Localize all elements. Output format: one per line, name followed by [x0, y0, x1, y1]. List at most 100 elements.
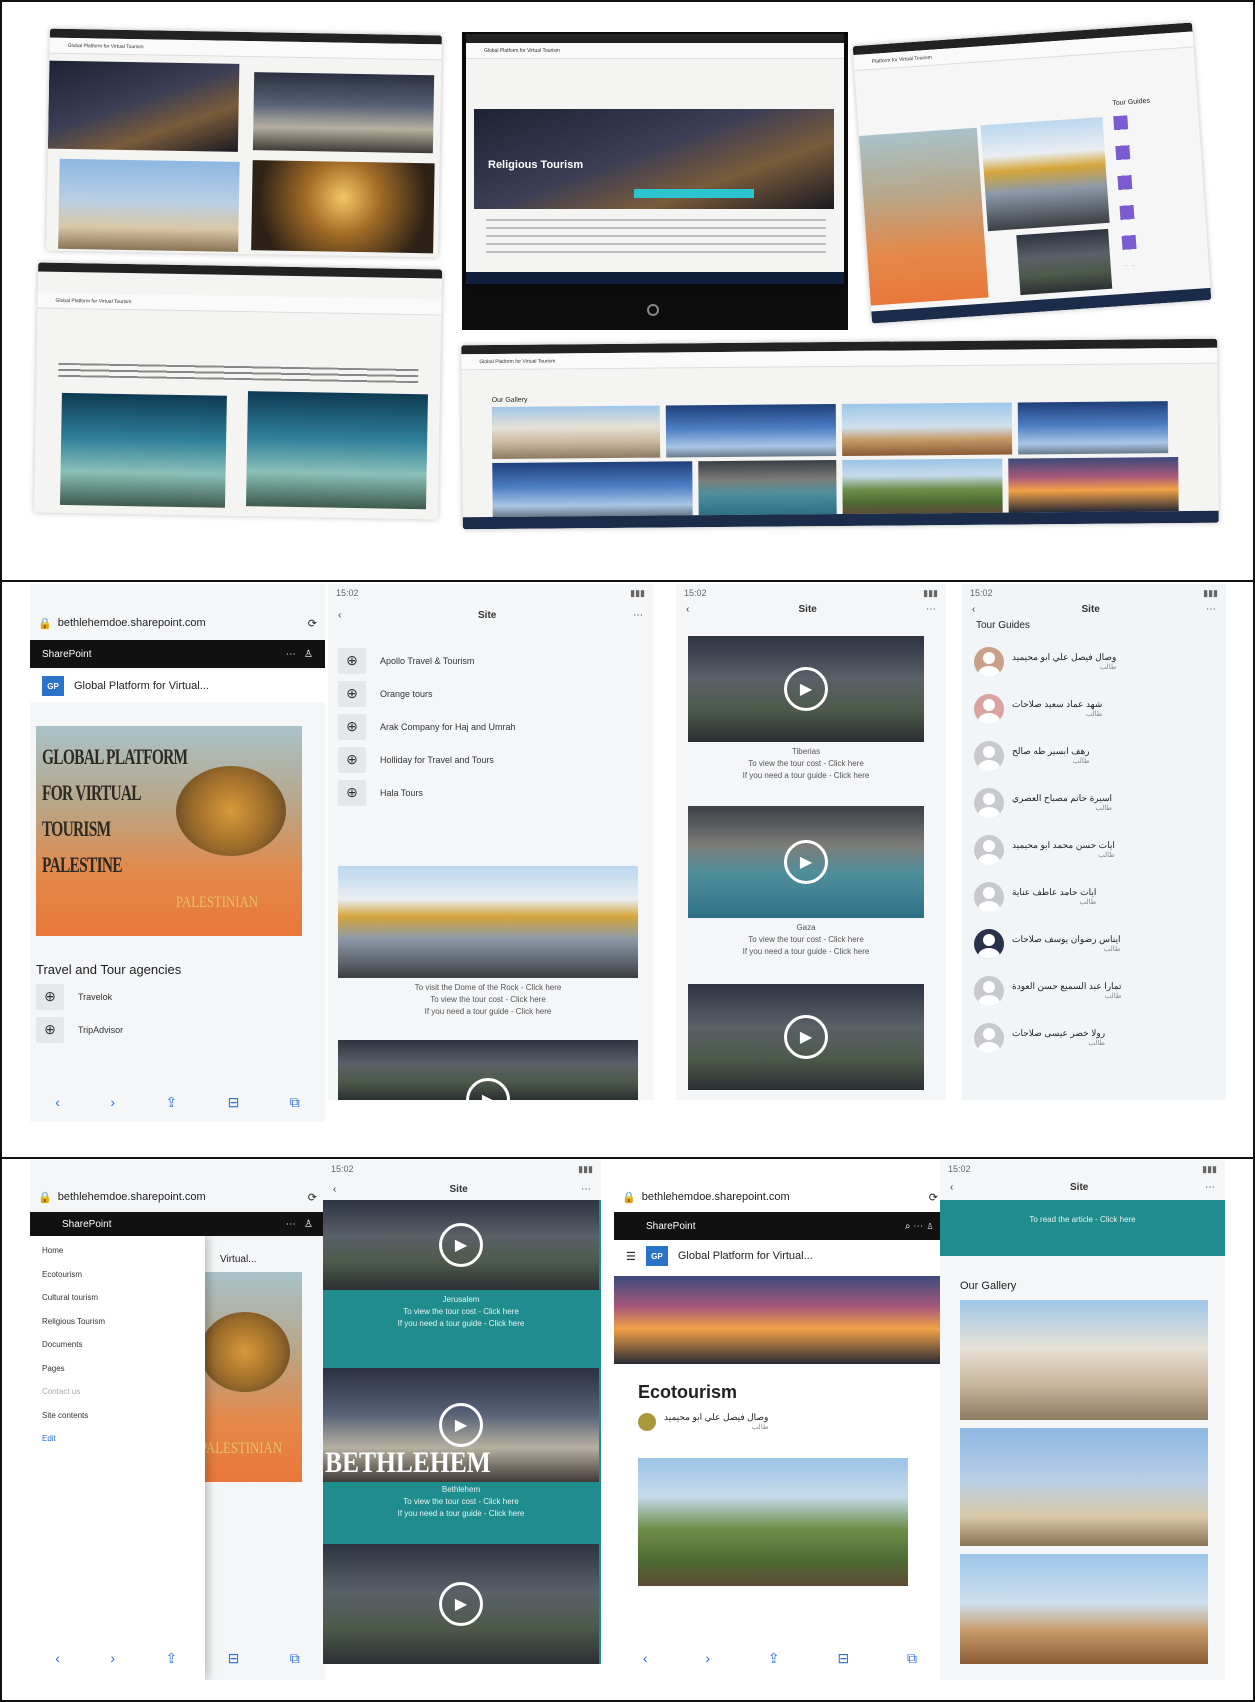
agency-item[interactable]: ⊕ Arak Company for Haj and Umrah: [338, 710, 516, 743]
back-icon[interactable]: ‹: [338, 610, 341, 621]
guide-item[interactable]: شهد عماد سعيد صلاحات طالب: [962, 685, 1226, 732]
menu-cultural[interactable]: Cultural tourism: [42, 1293, 193, 1317]
address-bar[interactable]: 🔒 bethlehemdoe.sharepoint.com ⟳: [38, 1186, 317, 1208]
play-icon[interactable]: ▶: [466, 1078, 510, 1100]
menu-ecotourism[interactable]: Ecotourism: [42, 1270, 193, 1294]
guide-link[interactable]: If you need a tour guide - Click here: [323, 1318, 599, 1330]
gallery-photo-2[interactable]: [665, 404, 837, 458]
play-icon[interactable]: ▶: [784, 667, 828, 711]
search-icon[interactable]: ⌕ ⋯ ♙: [905, 1221, 934, 1232]
share-icon[interactable]: ⇪: [768, 1650, 780, 1667]
back-icon[interactable]: ‹: [55, 1094, 60, 1110]
more-icon[interactable]: ⋯: [633, 610, 643, 621]
gallery-photo-7[interactable]: [842, 458, 1003, 514]
gallery-photo-6[interactable]: [698, 460, 837, 516]
cost-link[interactable]: To view the tour cost - Click here: [323, 1306, 599, 1318]
reload-icon[interactable]: ⟳: [308, 617, 317, 630]
guide-link[interactable]: If you need a tour guide - Click here: [688, 946, 924, 958]
agency-item[interactable]: ⊕ Orange tours: [338, 677, 516, 710]
back-icon[interactable]: ‹: [333, 1184, 336, 1195]
tabs-icon[interactable]: ⧉: [290, 1650, 300, 1667]
forward-icon[interactable]: ›: [110, 1650, 115, 1666]
forward-icon[interactable]: ›: [110, 1094, 115, 1110]
guide-link[interactable]: If you need a tour guide - Click here: [338, 1006, 638, 1018]
address-bar[interactable]: 🔒 bethlehemdoe.sharepoint.com ⟳: [38, 612, 317, 634]
article-link[interactable]: To read the article - Click here: [940, 1214, 1225, 1226]
agency-item[interactable]: ⊕ Travelok: [36, 980, 296, 1013]
video-tiberias[interactable]: ▶: [688, 636, 924, 742]
back-icon[interactable]: ‹: [686, 604, 689, 615]
video-thumb[interactable]: ▶: [323, 1544, 599, 1664]
photo-dome-of-the-rock[interactable]: [338, 866, 638, 978]
forward-icon[interactable]: ›: [705, 1650, 710, 1666]
menu-site-contents[interactable]: Site contents: [42, 1411, 193, 1435]
agency-item[interactable]: ⊕ Hala Tours: [338, 776, 516, 809]
guide-link[interactable]: If you need a tour guide - Click here: [688, 770, 924, 782]
guide-item[interactable]: رولا خضر عيسى صلاحات طالب: [962, 1014, 1226, 1061]
hamburger-icon[interactable]: ☰: [626, 1250, 636, 1263]
user-icon[interactable]: ⋯ ♙: [286, 649, 313, 660]
back-icon[interactable]: ‹: [972, 604, 975, 615]
more-icon[interactable]: ⋯: [1205, 1182, 1215, 1193]
video-bethlehem[interactable]: ▶ BETHLEHEM: [323, 1368, 599, 1482]
bookmarks-icon[interactable]: ⊟: [228, 1094, 240, 1111]
cost-link[interactable]: To view the tour cost - Click here: [688, 934, 924, 946]
address-bar[interactable]: 🔒 bethlehemdoe.sharepoint.com ⟳: [622, 1186, 938, 1208]
guide-link[interactable]: If you need a tour guide - Click here: [323, 1508, 599, 1520]
more-icon[interactable]: ⋯: [581, 1184, 591, 1195]
back-icon[interactable]: ‹: [643, 1650, 648, 1666]
play-icon[interactable]: ▶: [439, 1403, 483, 1447]
cost-link[interactable]: To view the tour cost - Click here: [688, 758, 924, 770]
guide-item[interactable]: رهف ابسير طه صالح طالب: [962, 732, 1226, 779]
share-icon[interactable]: ⇪: [165, 1094, 177, 1111]
gallery-photo-2[interactable]: [960, 1428, 1208, 1546]
video-thumb[interactable]: ▶: [688, 984, 924, 1090]
more-icon[interactable]: ⋯: [926, 604, 936, 615]
gallery-photo-4[interactable]: [1017, 401, 1169, 455]
guide-item[interactable]: اسيرة حاتم مصباح العصري طالب: [962, 779, 1226, 826]
menu-documents[interactable]: Documents: [42, 1340, 193, 1364]
visit-link[interactable]: To visit the Dome of the Rock - Click he…: [338, 982, 638, 994]
tabs-icon[interactable]: ⧉: [907, 1650, 917, 1667]
bookmarks-icon[interactable]: ⊟: [228, 1650, 240, 1667]
reload-icon[interactable]: ⟳: [929, 1191, 938, 1204]
play-icon[interactable]: ▶: [439, 1223, 483, 1267]
menu-pages[interactable]: Pages: [42, 1364, 193, 1388]
more-icon[interactable]: ⋯: [1206, 604, 1216, 615]
menu-edit[interactable]: Edit: [42, 1434, 193, 1458]
guide-item[interactable]: وصال فيصل علي ابو محيميد طالب: [962, 638, 1226, 685]
video-gaza[interactable]: ▶: [688, 806, 924, 918]
gallery-photo-5[interactable]: [492, 461, 693, 518]
back-icon[interactable]: ‹: [55, 1650, 60, 1666]
gallery-photo-3[interactable]: [960, 1554, 1208, 1664]
cost-link[interactable]: To view the tour cost - Click here: [323, 1496, 599, 1508]
gallery-photo-3[interactable]: [841, 402, 1013, 456]
play-icon[interactable]: ▶: [784, 1015, 828, 1059]
gallery-photo-1[interactable]: [491, 405, 661, 460]
menu-contact[interactable]: Contact us: [42, 1387, 193, 1411]
play-icon[interactable]: ▶: [439, 1582, 483, 1626]
tabs-icon[interactable]: ⧉: [290, 1094, 300, 1111]
gallery-photo-1[interactable]: [960, 1300, 1208, 1420]
share-icon[interactable]: ⇪: [165, 1650, 177, 1667]
reload-icon[interactable]: ⟳: [308, 1191, 317, 1204]
user-icon[interactable]: ⋯ ♙: [286, 1219, 313, 1230]
site-title[interactable]: Global Platform for Virtual...: [678, 1250, 813, 1262]
guide-item[interactable]: ايناس رضوان يوسف صلاحات طالب: [962, 920, 1226, 967]
guide-item[interactable]: ايات حامد عاطف عناية طالب: [962, 873, 1226, 920]
guide-item[interactable]: ايات حسن محمد ابو محيميد طالب: [962, 826, 1226, 873]
guide-item[interactable]: تمارا عبد السميع حسن العودة طالب: [962, 967, 1226, 1014]
bookmarks-icon[interactable]: ⊟: [837, 1650, 849, 1667]
agency-item[interactable]: ⊕ Apollo Travel & Tourism: [338, 644, 516, 677]
agency-item[interactable]: ⊕ Holliday for Travel and Tours: [338, 743, 516, 776]
menu-home[interactable]: Home: [42, 1246, 193, 1270]
gallery-photo-8[interactable]: [1008, 457, 1179, 513]
cost-link[interactable]: To view the tour cost - Click here: [338, 994, 638, 1006]
hero-button[interactable]: [634, 189, 754, 198]
menu-religious[interactable]: Religious Tourism: [42, 1317, 193, 1341]
agency-item[interactable]: ⊕ TripAdvisor: [36, 1013, 296, 1046]
play-icon[interactable]: ▶: [784, 840, 828, 884]
back-icon[interactable]: ‹: [950, 1182, 953, 1193]
video-jerusalem[interactable]: ▶: [323, 1200, 599, 1290]
site-title[interactable]: Global Platform for Virtual...: [74, 680, 209, 692]
